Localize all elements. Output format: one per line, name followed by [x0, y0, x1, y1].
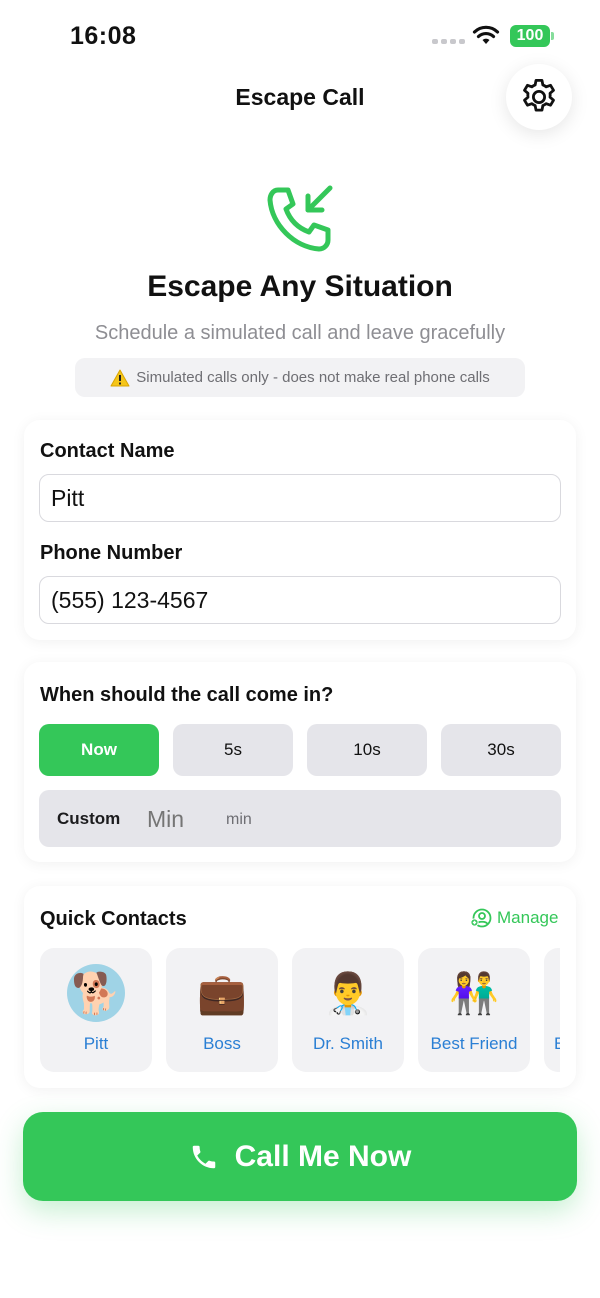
timing-card: When should the call come in? Now 5s 10s…	[24, 662, 576, 862]
contact-name-label: Contact Name	[40, 440, 175, 462]
quick-contacts-title: Quick Contacts	[40, 908, 187, 930]
phone-incoming-icon	[267, 185, 333, 252]
manage-label: Manage	[497, 908, 559, 927]
phone-icon	[192, 1145, 215, 1168]
delay-now-button[interactable]: Now	[39, 724, 159, 776]
quick-contact-pitt[interactable]: 🐕 Pitt	[40, 948, 152, 1072]
wifi-icon	[472, 25, 500, 44]
manage-contacts-icon	[470, 908, 492, 928]
signal-icon	[432, 39, 465, 44]
call-me-now-button[interactable]: Call Me Now	[23, 1112, 577, 1201]
doctor-icon: 👨‍⚕️	[323, 971, 373, 1016]
hero-title: Escape Any Situation	[147, 270, 453, 303]
custom-unit-label: min	[226, 811, 252, 828]
custom-minutes-input[interactable]	[147, 802, 207, 836]
phone-number-input[interactable]	[39, 576, 561, 624]
hero-subtitle: Schedule a simulated call and leave grac…	[94, 322, 506, 344]
custom-delay-label: Custom	[57, 809, 121, 828]
contact-name: Best Friend	[430, 1034, 518, 1053]
status-bar: 16:08 100	[0, 0, 600, 70]
call-button-label: Call Me Now	[234, 1139, 412, 1173]
manage-contacts-link[interactable]: Manage	[470, 908, 558, 928]
quick-contacts-row[interactable]: 🐕 Pitt 💼 Boss 👨‍⚕️ Dr. Smith 👫 Best Frie…	[40, 948, 560, 1072]
quick-contact-best-friend[interactable]: 👫 Best Friend	[418, 948, 530, 1072]
timing-title: When should the call come in?	[40, 684, 334, 706]
contact-name: Pitt	[83, 1034, 109, 1053]
status-time: 16:08	[70, 22, 137, 50]
delay-30s-button[interactable]: 30s	[441, 724, 561, 776]
quick-contact-partial[interactable]: E	[544, 948, 560, 1072]
briefcase-icon: 💼	[197, 971, 247, 1016]
contact-name: Dr. Smith	[313, 1034, 383, 1053]
quick-contact-boss[interactable]: 💼 Boss	[166, 948, 278, 1072]
delay-10s-button[interactable]: 10s	[307, 724, 427, 776]
warning-icon	[110, 369, 130, 386]
contact-name: E	[554, 1034, 560, 1053]
battery-level: 100	[510, 25, 550, 47]
contact-name-input[interactable]	[39, 474, 561, 522]
quick-contacts-card: Quick Contacts Manage 🐕 Pitt 💼 Boss 👨‍⚕️…	[24, 886, 576, 1088]
contact-card: Contact Name Phone Number	[24, 420, 576, 640]
settings-button[interactable]	[506, 64, 572, 130]
custom-delay-row: Custom min	[39, 790, 561, 847]
quick-contact-dr-smith[interactable]: 👨‍⚕️ Dr. Smith	[292, 948, 404, 1072]
contact-avatar: 🐕	[67, 964, 125, 1022]
warning-text: Simulated calls only - does not make rea…	[136, 369, 490, 386]
simulated-warning: Simulated calls only - does not make rea…	[75, 358, 525, 397]
couple-icon: 👫	[449, 971, 499, 1016]
delay-5s-button[interactable]: 5s	[173, 724, 293, 776]
contact-name: Boss	[203, 1034, 241, 1053]
battery-indicator: 100	[510, 25, 554, 47]
phone-number-label: Phone Number	[40, 542, 183, 564]
gear-icon	[523, 78, 555, 112]
